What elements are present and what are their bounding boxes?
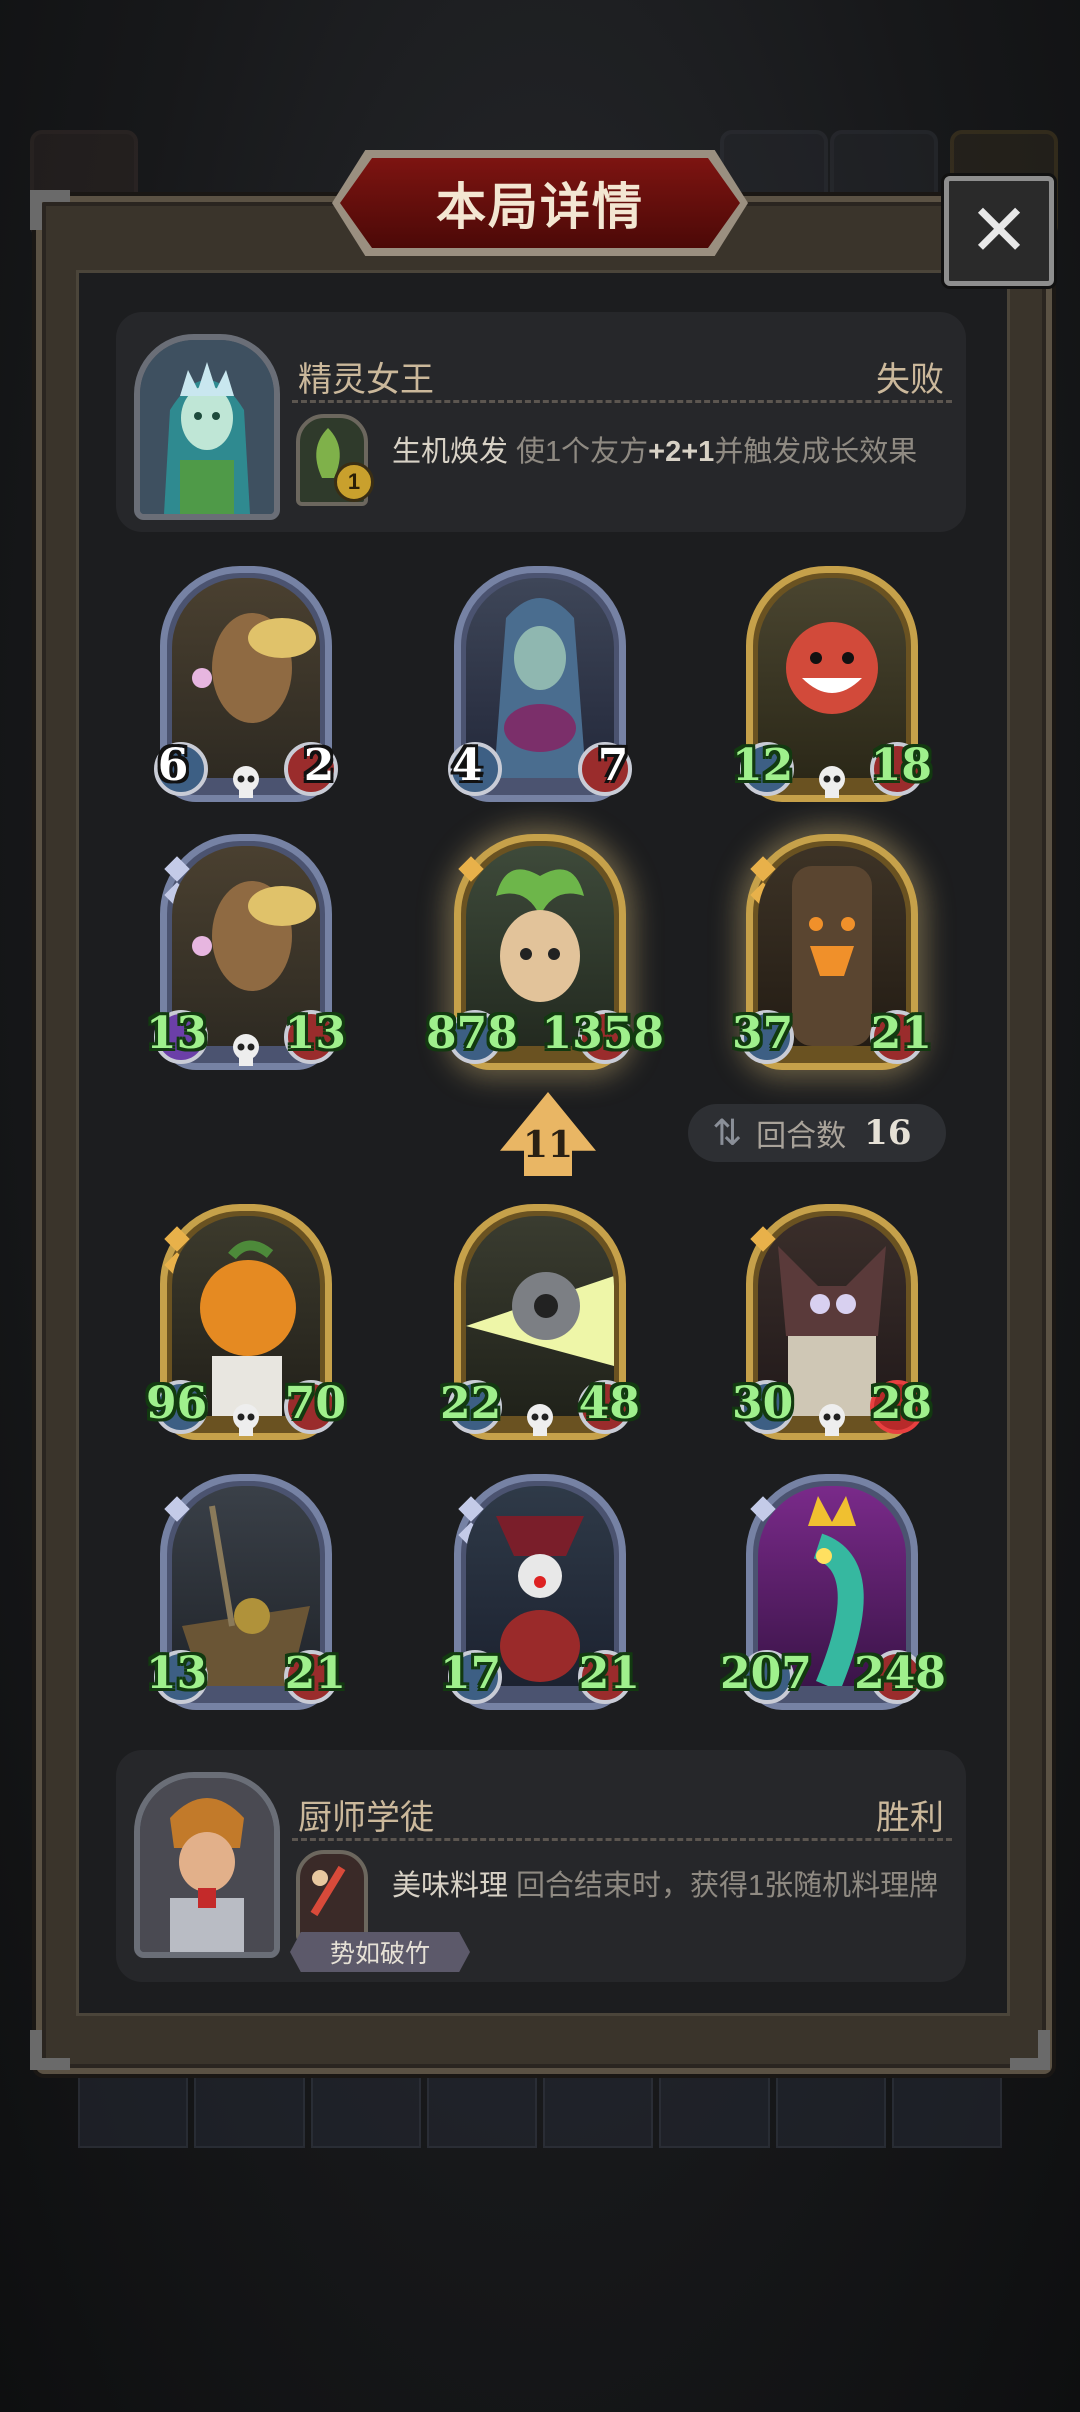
- close-icon: ✕: [968, 191, 1030, 271]
- minion-card[interactable]: 13 21: [146, 1474, 346, 1710]
- minion-attack: 878: [426, 1008, 518, 1059]
- minion-attack: 6: [157, 740, 189, 791]
- minion-card[interactable]: 878 1358: [426, 834, 664, 1070]
- skull-icon: [233, 1404, 259, 1436]
- minion-health: 21: [284, 1648, 346, 1699]
- minion-health: 2: [303, 740, 335, 791]
- round-value: 16: [864, 1113, 912, 1153]
- minion-health: 21: [578, 1648, 640, 1699]
- minion-health: 7: [597, 740, 629, 791]
- minion-card[interactable]: 6 2: [154, 566, 338, 802]
- minion-health: 18: [870, 740, 932, 791]
- opponent-hero-portrait[interactable]: [134, 334, 280, 520]
- minion-card[interactable]: 17 21: [440, 1474, 640, 1710]
- skill-level-badge: 1: [334, 462, 374, 502]
- player-result: 胜利: [876, 1799, 944, 1837]
- divider: [292, 1838, 952, 1841]
- player-skill-text: 美味料理 回合结束时，获得1张随机料理牌: [392, 1866, 952, 1906]
- player-hero-name: 厨师学徒: [298, 1799, 434, 1837]
- player-skill-name: 美味料理: [392, 1870, 509, 1902]
- player-title-tag: 势如破竹: [290, 1932, 470, 1972]
- minion-attack: 4: [451, 740, 483, 791]
- minion-health: 28: [870, 1378, 932, 1429]
- player-hero-section: 厨师学徒 胜利 美味料理 回合结束时，获得1张随机料理牌 势如破竹: [116, 1750, 966, 1982]
- skull-icon: [819, 1404, 845, 1436]
- refresh-icon: ⇅: [712, 1112, 743, 1153]
- opponent-hero-name: 精灵女王: [298, 361, 434, 399]
- player-skill-desc: 回合结束时，获得1张随机料理牌: [516, 1870, 939, 1902]
- minion-card[interactable]: 4 7: [448, 566, 632, 802]
- player-hero-portrait[interactable]: [134, 1772, 280, 1958]
- skull-icon: [819, 766, 845, 798]
- minion-attack: 96: [146, 1378, 208, 1429]
- minion-attack: 17: [440, 1648, 502, 1699]
- minion-card[interactable]: 207 248: [720, 1474, 946, 1710]
- opponent-skill-text: 生机焕发 使1个友方+2+1并触发成长效果: [392, 432, 952, 472]
- minion-health: 70: [284, 1378, 346, 1429]
- opponent-skill-desc-post: 并触发成长效果: [714, 436, 918, 468]
- minion-health: 13: [284, 1008, 346, 1059]
- minion-card[interactable]: 37 21: [732, 834, 932, 1070]
- minion-attack: 207: [720, 1648, 812, 1699]
- minion-health: 21: [870, 1008, 932, 1059]
- skull-icon: [233, 1034, 259, 1066]
- page-title: 本局详情: [436, 179, 644, 235]
- skull-icon: [233, 766, 259, 798]
- opponent-result: 失败: [876, 361, 944, 399]
- minion-attack: 12: [732, 740, 794, 791]
- opponent-skill-name: 生机焕发: [392, 436, 509, 468]
- minion-attack: 13: [146, 1008, 208, 1059]
- opponent-skill-desc-highlight: +2+1: [648, 436, 715, 468]
- minion-attack: 30: [732, 1378, 794, 1429]
- close-button[interactable]: ✕: [944, 176, 1054, 286]
- minion-health: 1358: [541, 1008, 664, 1059]
- opponent-hero-section: 精灵女王 失败 1 生机焕发 使1个友方+2+1并触发成长效果: [116, 312, 966, 532]
- skull-icon: [527, 1404, 553, 1436]
- minion-card[interactable]: 22 48: [440, 1204, 640, 1440]
- minion-card[interactable]: 12 18: [732, 566, 932, 802]
- minion-card[interactable]: 13 13: [146, 834, 346, 1070]
- minion-attack: 37: [732, 1008, 794, 1059]
- title-banner: 本局详情: [340, 158, 740, 248]
- opponent-skill-desc-pre: 使1个友方: [516, 436, 649, 468]
- tavern-level: 11: [522, 1124, 574, 1166]
- minion-attack: 13: [146, 1648, 208, 1699]
- minion-card[interactable]: 96 70: [146, 1204, 346, 1440]
- minion-health: 248: [854, 1648, 946, 1699]
- minion-card[interactable]: 30 28: [732, 1204, 932, 1440]
- round-label: 回合数: [756, 1120, 847, 1153]
- minion-health: 48: [578, 1378, 640, 1429]
- player-skill-icon[interactable]: [296, 1850, 368, 1942]
- minion-attack: 22: [440, 1378, 502, 1429]
- round-counter: ⇅ 回合数 16: [688, 1104, 946, 1162]
- divider: [292, 400, 952, 403]
